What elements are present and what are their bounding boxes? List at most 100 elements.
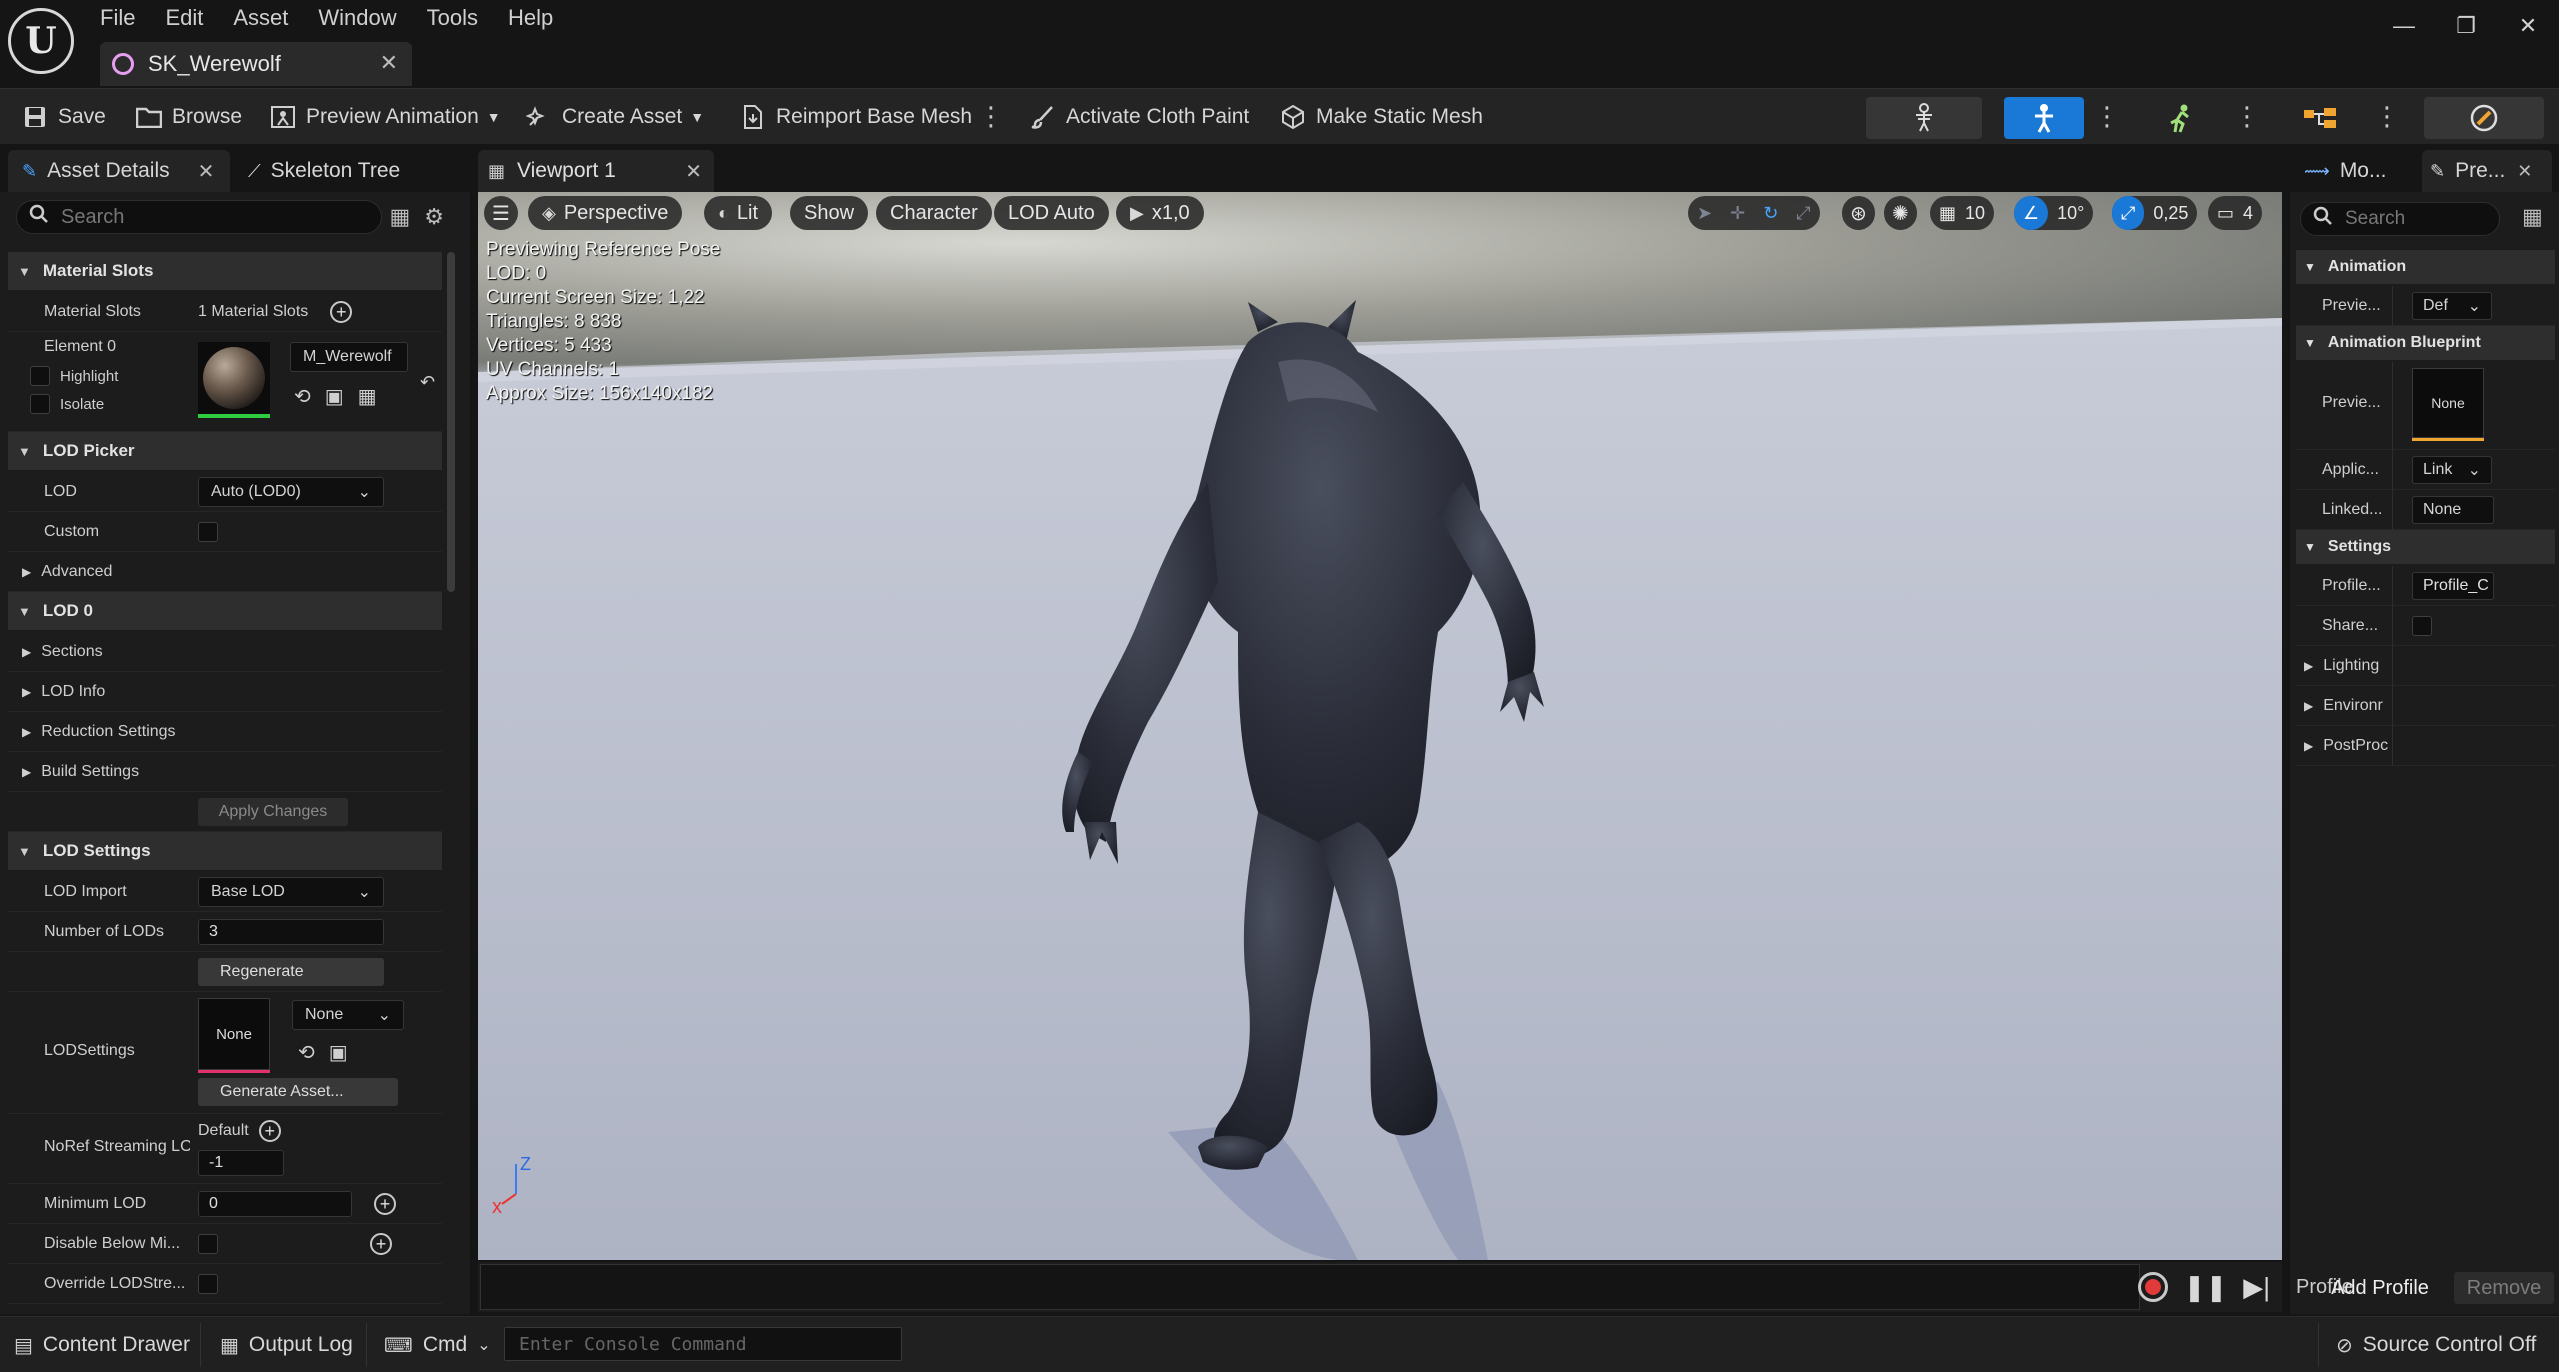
regenerate-button[interactable]: Regenerate	[198, 958, 384, 986]
pause-icon[interactable]: ❚❚	[2184, 1272, 2228, 1303]
reset-arrow-icon[interactable]: ↶	[420, 372, 435, 393]
row-lighting[interactable]: ▶ Lighting	[2296, 646, 2555, 686]
lodsettings-dropdown[interactable]: None ⌄	[292, 1000, 404, 1030]
browse-folder-icon[interactable]: ▣	[325, 386, 358, 408]
lodsettings-thumbnail[interactable]: None	[198, 998, 270, 1073]
blueprint-mode-button[interactable]	[2270, 97, 2370, 139]
row-reduction-settings[interactable]: ▶ Reduction Settings	[8, 712, 442, 752]
document-tab[interactable]: SK_Werewolf ✕	[100, 42, 412, 86]
add-icon[interactable]: +	[258, 1120, 281, 1142]
create-asset-button[interactable]: Create Asset ▼	[526, 97, 704, 137]
table-view-icon[interactable]: ▦	[389, 204, 424, 229]
menu-file[interactable]: File	[100, 0, 153, 36]
reimport-base-mesh-button[interactable]: Reimport Base Mesh	[740, 97, 972, 137]
row-lod-info[interactable]: ▶ LOD Info	[8, 672, 442, 712]
physics-mode-button[interactable]	[2424, 97, 2544, 139]
disable-below-checkbox[interactable]	[198, 1234, 218, 1254]
scale-icon[interactable]: ⤢	[1787, 196, 1819, 230]
row-build-settings[interactable]: ▶ Build Settings	[8, 752, 442, 792]
more-options-icon[interactable]: ⋮	[2374, 101, 2400, 132]
more-options-icon[interactable]: ⋮	[2234, 101, 2260, 132]
character-button[interactable]: Character	[876, 196, 992, 230]
surface-snap-button[interactable]: ✺	[1884, 196, 1917, 230]
viewport-menu-button[interactable]: ☰	[484, 196, 518, 230]
use-selected-icon[interactable]: ⟲	[298, 1042, 329, 1064]
add-profile-button[interactable]: Add Profile	[2320, 1272, 2440, 1304]
lod-dropdown[interactable]: Auto (LOD0) ⌄	[198, 477, 384, 507]
tab-viewport-1[interactable]: ▦ Viewport 1 ✕	[478, 150, 714, 192]
rotate-icon[interactable]: ↻	[1754, 196, 1787, 230]
lod-auto-button[interactable]: LOD Auto	[994, 196, 1109, 230]
row-environment[interactable]: ▶ Environr	[2296, 686, 2555, 726]
activate-cloth-paint-button[interactable]: Activate Cloth Paint	[1030, 97, 1249, 137]
skeleton-mode-button[interactable]	[1866, 97, 1982, 139]
timeline-area[interactable]	[480, 1264, 2140, 1310]
isolate-option[interactable]: Isolate	[30, 394, 104, 414]
local-space-button[interactable]: ⊛	[1842, 196, 1875, 230]
noref-streaming-input[interactable]: -1	[198, 1150, 284, 1176]
profile-name-input[interactable]: Profile_C	[2412, 572, 2494, 600]
tab-morph-targets[interactable]: ⟿ Mo...	[2296, 150, 2414, 192]
highlight-option[interactable]: Highlight	[30, 366, 118, 386]
lit-button[interactable]: ◐ Lit	[704, 196, 772, 230]
browse-folder-icon[interactable]: ▣	[329, 1042, 362, 1064]
row-postprocessing[interactable]: ▶ PostProc	[2296, 726, 2555, 766]
record-button[interactable]	[2137, 1272, 2168, 1302]
category-lod-picker[interactable]: ▼ LOD Picker	[8, 432, 442, 470]
save-button[interactable]: Save	[22, 97, 106, 137]
add-icon[interactable]: +	[330, 301, 353, 323]
animation-mode-button[interactable]	[2130, 97, 2230, 139]
category-animation[interactable]: ▼ Animation	[2296, 250, 2555, 284]
menu-help[interactable]: Help	[508, 0, 571, 36]
more-options-icon[interactable]: ⋮	[2094, 101, 2120, 132]
search-input[interactable]: Search	[2300, 202, 2500, 236]
output-log-button[interactable]: ▦ Output Log	[220, 1329, 353, 1361]
tab-asset-details[interactable]: ✎ Asset Details ✕	[8, 150, 230, 192]
minimize-button[interactable]: —	[2373, 0, 2435, 52]
shared-profile-checkbox[interactable]	[2412, 616, 2432, 636]
row-advanced[interactable]: ▶ Advanced	[8, 552, 442, 592]
scale-snap-group[interactable]: ⤢ 0,25	[2112, 196, 2198, 230]
grid-snap-group[interactable]: ▦ 10	[1930, 196, 1995, 230]
unreal-logo[interactable]: U	[8, 8, 74, 74]
grid-icon[interactable]: ▦	[358, 386, 391, 408]
source-control-button[interactable]: ⊘ Source Control Off	[2336, 1329, 2536, 1361]
override-checkbox[interactable]	[198, 1274, 218, 1294]
gear-icon[interactable]: ⚙	[424, 204, 458, 229]
content-drawer-button[interactable]: ▤ Content Drawer	[14, 1329, 190, 1361]
lod-import-dropdown[interactable]: Base LOD ⌄	[198, 877, 384, 907]
menu-tools[interactable]: Tools	[427, 0, 496, 36]
details-scrollbar[interactable]	[447, 252, 455, 592]
tab-preview-settings[interactable]: ✎ Pre... ✕	[2422, 150, 2552, 192]
minimum-lod-input[interactable]: 0	[198, 1191, 352, 1217]
category-settings[interactable]: ▼ Settings	[2296, 530, 2555, 564]
perspective-button[interactable]: ◈ Perspective	[528, 196, 683, 230]
row-sections[interactable]: ▶ Sections	[8, 632, 442, 672]
generate-asset-button[interactable]: Generate Asset...	[198, 1078, 398, 1106]
add-icon[interactable]: +	[370, 1233, 392, 1255]
close-icon[interactable]: ✕	[2517, 161, 2532, 182]
menu-edit[interactable]: Edit	[165, 0, 221, 36]
linked-anim-graph-dropdown[interactable]: None	[2412, 496, 2494, 524]
play-rate-button[interactable]: ▶ x1,0	[1116, 196, 1204, 230]
isolate-checkbox[interactable]	[30, 394, 50, 414]
search-input[interactable]: Search	[16, 200, 382, 234]
close-icon[interactable]: ✕	[685, 159, 702, 184]
material-thumbnail[interactable]	[198, 342, 270, 418]
preview-blueprint-thumbnail[interactable]: None	[2412, 368, 2484, 441]
mesh-mode-button[interactable]	[2004, 97, 2084, 139]
show-button[interactable]: Show	[790, 196, 869, 230]
camera-speed-group[interactable]: ▭ 4	[2208, 196, 2263, 230]
make-static-mesh-button[interactable]: Make Static Mesh	[1280, 97, 1483, 137]
browse-button[interactable]: Browse	[136, 97, 242, 137]
custom-checkbox[interactable]	[198, 522, 218, 542]
category-lod-settings[interactable]: ▼ LOD Settings	[8, 832, 442, 870]
close-window-button[interactable]: ✕	[2497, 0, 2559, 52]
number-of-lods-input[interactable]: 3	[198, 919, 384, 945]
preview-controller-dropdown[interactable]: Def ⌄	[2412, 292, 2492, 320]
viewport[interactable]: ☰ ◈ Perspective ◐ Lit Show Character LOD A…	[478, 192, 2282, 1260]
close-icon[interactable]: ✕	[380, 50, 398, 76]
category-lod0[interactable]: ▼ LOD 0	[8, 592, 442, 630]
menu-window[interactable]: Window	[318, 0, 414, 36]
use-selected-icon[interactable]: ⟲	[294, 386, 325, 408]
